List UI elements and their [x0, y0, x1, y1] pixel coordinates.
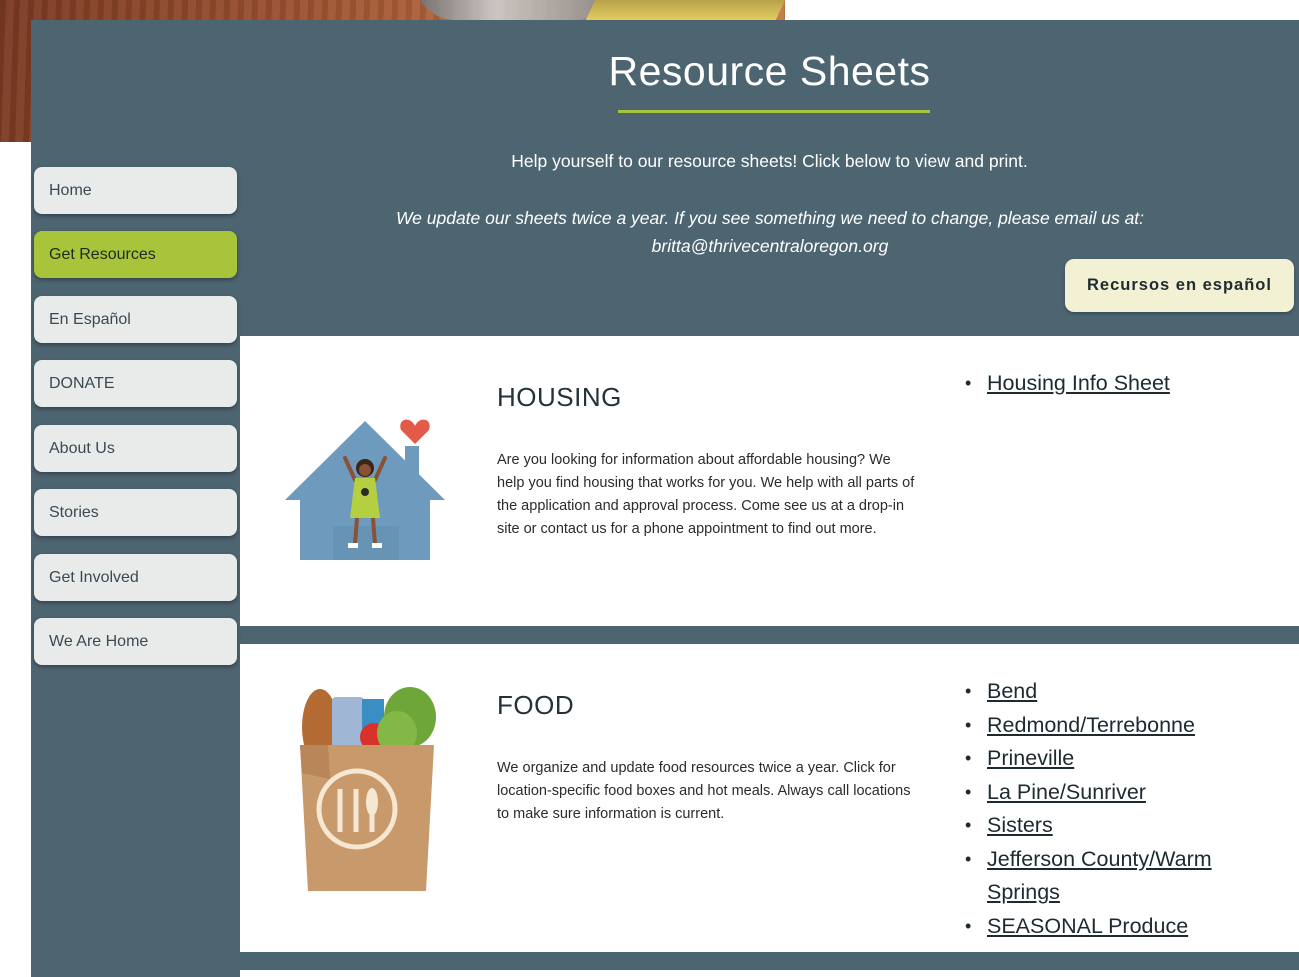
nav-donate[interactable]: DONATE — [34, 360, 237, 407]
nav-we-are-home[interactable]: We Are Home — [34, 618, 237, 665]
housing-description: Are you looking for information about af… — [497, 452, 915, 537]
link-la-pine-sunriver[interactable]: La Pine/Sunriver — [965, 776, 1247, 810]
grocery-bag-icon — [292, 687, 442, 898]
housing-section: HOUSING Are you looking for information … — [240, 336, 1299, 626]
update-note: We update our sheets twice a year. If yo… — [395, 208, 1145, 256]
next-section-edge — [240, 970, 1299, 977]
link-sisters[interactable]: Sisters — [965, 809, 1247, 843]
nav-home[interactable]: Home — [34, 167, 237, 214]
link-housing-info-sheet[interactable]: Housing Info Sheet — [965, 367, 1247, 401]
food-section: FOOD We organize and update food resourc… — [240, 644, 1299, 952]
nav-about-us[interactable]: About Us — [34, 425, 237, 472]
nav-get-resources[interactable]: Get Resources — [34, 231, 237, 278]
page-title: Resource Sheets — [608, 48, 931, 94]
link-jefferson-county-warm-springs[interactable]: Jefferson County/Warm Springs — [965, 843, 1247, 910]
spanish-resources-button[interactable]: Recursos en español — [1065, 259, 1294, 312]
link-seasonal-produce[interactable]: SEASONAL Produce — [965, 910, 1247, 944]
housing-heading: HOUSING — [497, 382, 622, 412]
nav-stories[interactable]: Stories — [34, 489, 237, 536]
link-prineville[interactable]: Prineville — [965, 742, 1247, 776]
title-underline — [618, 110, 930, 113]
housing-links: Housing Info Sheet — [965, 367, 1247, 401]
nav-get-involved[interactable]: Get Involved — [34, 554, 237, 601]
food-heading: FOOD — [497, 690, 575, 720]
intro-text: Help yourself to our resource sheets! Cl… — [511, 151, 1028, 171]
nav-en-espanol[interactable]: En Español — [34, 296, 237, 343]
house-with-person-icon — [285, 406, 447, 571]
food-description: We organize and update food resources tw… — [497, 760, 911, 822]
link-redmond-terrebonne[interactable]: Redmond/Terrebonne — [965, 709, 1247, 743]
food-links: Bend Redmond/Terrebonne Prineville La Pi… — [965, 675, 1247, 943]
link-bend[interactable]: Bend — [965, 675, 1247, 709]
